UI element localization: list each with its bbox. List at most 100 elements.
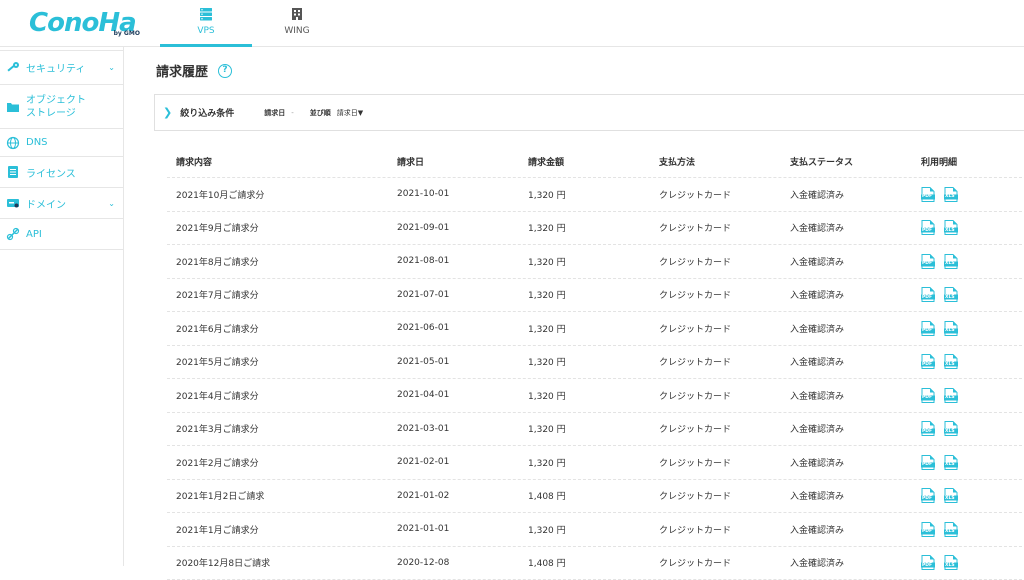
pdf-download-icon[interactable]: PDF (921, 287, 935, 302)
cell-status: 入金確認済み (790, 322, 921, 335)
xls-download-icon[interactable]: XLS (944, 287, 958, 302)
cell-date: 2021-04-01 (397, 390, 528, 400)
cell-method: クレジットカード (659, 288, 790, 301)
cell-date: 2021-05-01 (397, 357, 528, 367)
cell-details: PDF XLS (921, 555, 1021, 570)
pdf-download-icon[interactable]: PDF (921, 254, 935, 269)
cell-amount: 1,320 円 (528, 523, 659, 536)
cell-description: 2021年3月ご請求分 (167, 422, 397, 435)
cell-method: クレジットカード (659, 188, 790, 201)
cell-details: PDF XLS (921, 388, 1021, 403)
sidebar-item-license[interactable]: ライセンス (0, 157, 123, 188)
xls-download-icon[interactable]: XLS (944, 220, 958, 235)
pdf-download-icon[interactable]: PDF (921, 522, 935, 537)
logo-sub: by GMO (114, 30, 140, 37)
cell-description: 2021年9月ご請求分 (167, 221, 397, 234)
cell-amount: 1,320 円 (528, 188, 659, 201)
cell-amount: 1,320 円 (528, 288, 659, 301)
xls-download-icon[interactable]: XLS (944, 488, 958, 503)
cell-method: クレジットカード (659, 422, 790, 435)
pdf-download-icon[interactable]: PDF (921, 488, 935, 503)
table-row: 2021年4月ご請求分2021-04-011,320 円クレジットカード入金確認… (167, 379, 1024, 413)
xls-download-icon[interactable]: XLS (944, 388, 958, 403)
xls-download-icon[interactable]: XLS (944, 555, 958, 570)
pdf-label: PDF (922, 395, 932, 400)
pdf-label: PDF (922, 563, 932, 568)
sidebar-item-domain[interactable]: ドメイン ⌄ (0, 188, 123, 219)
cell-method: クレジットカード (659, 389, 790, 402)
cell-amount: 1,320 円 (528, 355, 659, 368)
xls-download-icon[interactable]: XLS (944, 321, 958, 336)
sidebar-item-security[interactable]: セキュリティ ⌄ (0, 50, 123, 85)
cell-status: 入金確認済み (790, 456, 921, 469)
cell-status: 入金確認済み (790, 556, 921, 569)
server-icon (199, 6, 213, 20)
xls-label: XLS (945, 328, 955, 333)
xls-label: XLS (945, 261, 955, 266)
cell-date: 2021-10-01 (397, 189, 528, 199)
xls-download-icon[interactable]: XLS (944, 354, 958, 369)
cell-date: 2021-01-01 (397, 524, 528, 534)
filter-bar[interactable]: ❯ 絞り込み条件 請求日 - 並び順 請求日▼ (154, 94, 1024, 131)
tab-vps[interactable]: VPS (160, 0, 252, 47)
xls-download-icon[interactable]: XLS (944, 455, 958, 470)
cell-date: 2020-12-08 (397, 558, 528, 568)
xls-download-icon[interactable]: XLS (944, 522, 958, 537)
pdf-download-icon[interactable]: PDF (921, 354, 935, 369)
col-header-amount: 請求金額 (528, 155, 659, 168)
cell-status: 入金確認済み (790, 422, 921, 435)
tab-wing[interactable]: WING (251, 0, 343, 47)
sidebar-item-label: オブジェクト ストレージ (26, 94, 86, 120)
table-row: 2021年7月ご請求分2021-07-011,320 円クレジットカード入金確認… (167, 279, 1024, 313)
pdf-label: PDF (922, 194, 932, 199)
filter-sort-value[interactable]: 請求日▼ (337, 108, 363, 118)
table-row: 2021年3月ご請求分2021-03-011,320 円クレジットカード入金確認… (167, 413, 1024, 447)
sidebar-item-object-storage[interactable]: オブジェクト ストレージ (0, 85, 123, 129)
xls-label: XLS (945, 395, 955, 400)
xls-label: XLS (945, 295, 955, 300)
help-icon[interactable]: ? (218, 64, 232, 78)
sidebar-item-api[interactable]: API (0, 219, 123, 250)
pdf-download-icon[interactable]: PDF (921, 321, 935, 336)
pdf-download-icon[interactable]: PDF (921, 187, 935, 202)
pdf-download-icon[interactable]: PDF (921, 220, 935, 235)
chevron-right-icon[interactable]: ❯ (163, 106, 172, 119)
col-header-status: 支払ステータス (790, 155, 921, 168)
pdf-download-icon[interactable]: PDF (921, 388, 935, 403)
cell-method: クレジットカード (659, 221, 790, 234)
license-icon (6, 165, 20, 179)
table-row: 2021年5月ご請求分2021-05-011,320 円クレジットカード入金確認… (167, 346, 1024, 380)
cell-description: 2021年1月2日ご請求 (167, 489, 397, 502)
table-row: 2021年1月ご請求分2021-01-011,320 円クレジットカード入金確認… (167, 513, 1024, 547)
cell-amount: 1,320 円 (528, 221, 659, 234)
xls-download-icon[interactable]: XLS (944, 421, 958, 436)
xls-label: XLS (945, 462, 955, 467)
cell-details: PDF XLS (921, 187, 1021, 202)
cell-status: 入金確認済み (790, 188, 921, 201)
filter-title[interactable]: 絞り込み条件 (180, 106, 234, 119)
pdf-download-icon[interactable]: PDF (921, 555, 935, 570)
conoha-logo[interactable]: ConoHa by GMO (29, 8, 140, 40)
cell-date: 2021-01-02 (397, 491, 528, 501)
pdf-download-icon[interactable]: PDF (921, 421, 935, 436)
cell-date: 2021-09-01 (397, 223, 528, 233)
chevron-down-icon: ⌄ (108, 63, 115, 72)
col-header-method: 支払方法 (659, 155, 790, 168)
cell-description: 2020年12月8日ご請求 (167, 556, 397, 569)
page-title-text: 請求履歴 (156, 61, 208, 80)
col-header-details: 利用明細 (921, 155, 1021, 168)
filter-date-value[interactable]: - (291, 109, 294, 117)
cell-status: 入金確認済み (790, 355, 921, 368)
col-header-description: 請求内容 (167, 155, 397, 168)
billing-table: 請求内容 請求日 請求金額 支払方法 支払ステータス 利用明細 2021年10月… (167, 145, 1024, 580)
xls-download-icon[interactable]: XLS (944, 254, 958, 269)
cell-amount: 1,408 円 (528, 556, 659, 569)
cell-description: 2021年8月ご請求分 (167, 255, 397, 268)
pdf-download-icon[interactable]: PDF (921, 455, 935, 470)
sidebar-item-dns[interactable]: DNS (0, 129, 123, 157)
table-row: 2021年2月ご請求分2021-02-011,320 円クレジットカード入金確認… (167, 446, 1024, 480)
xls-download-icon[interactable]: XLS (944, 187, 958, 202)
cell-description: 2021年4月ご請求分 (167, 389, 397, 402)
pdf-label: PDF (922, 228, 932, 233)
key-icon (6, 61, 20, 75)
